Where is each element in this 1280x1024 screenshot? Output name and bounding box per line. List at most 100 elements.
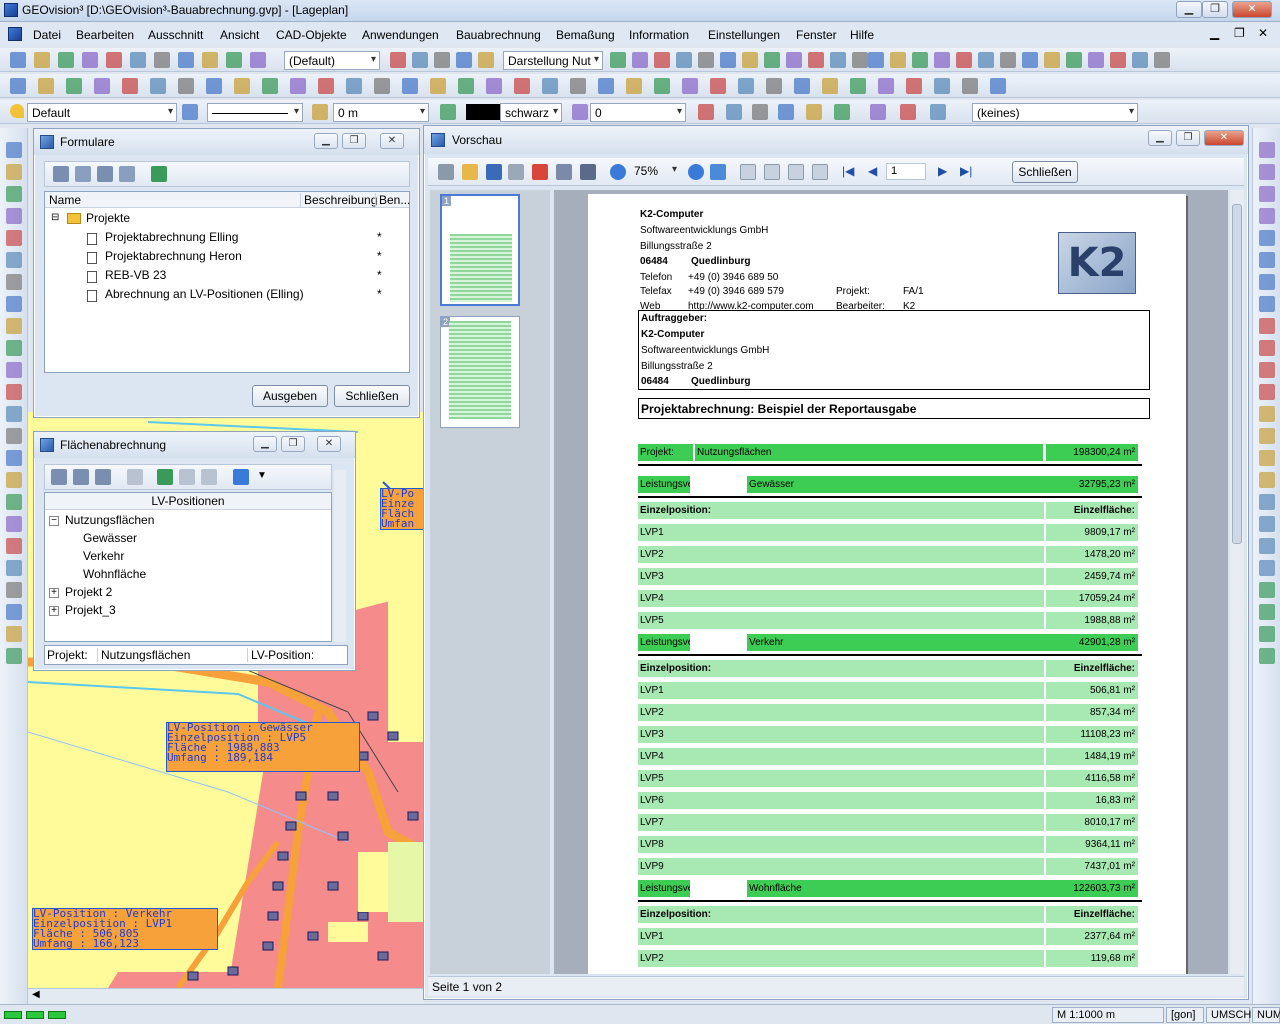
book-view-icon[interactable] [788, 164, 804, 180]
tool-icon[interactable] [1259, 582, 1275, 598]
tool-icon[interactable] [130, 52, 146, 68]
open-icon[interactable] [462, 164, 478, 180]
tool-icon[interactable] [1259, 186, 1275, 202]
tool-icon[interactable] [6, 318, 22, 334]
tool-icon[interactable] [720, 52, 736, 68]
tool-icon[interactable] [1259, 274, 1275, 290]
menu-information[interactable]: Information [629, 28, 689, 42]
tool-icon[interactable] [514, 78, 530, 94]
tool-icon[interactable] [34, 52, 50, 68]
multi-page-icon[interactable] [764, 164, 780, 180]
tool-icon[interactable] [178, 52, 194, 68]
tool-icon[interactable] [1022, 52, 1038, 68]
tool-icon[interactable] [1088, 52, 1104, 68]
tree-node[interactable]: Projekt_3 [65, 603, 116, 617]
form-item[interactable]: Abrechnung an LV-Positionen (Elling) [105, 287, 304, 301]
tree-expand-icon[interactable]: − [49, 516, 59, 526]
menu-einstellungen[interactable]: Einstellungen [708, 28, 780, 42]
tool-icon[interactable] [82, 52, 98, 68]
tree-node[interactable]: Projekt 2 [65, 585, 112, 599]
tool-icon[interactable] [1154, 52, 1170, 68]
formulare-schliessen-button[interactable]: Schließen [334, 385, 410, 407]
add-position-icon[interactable] [157, 469, 173, 485]
edit-form-icon[interactable] [75, 166, 91, 182]
tool-icon[interactable] [1259, 406, 1275, 422]
remove-area-icon[interactable] [73, 469, 89, 485]
tool-icon[interactable] [742, 52, 758, 68]
layer-combo[interactable]: Default [27, 103, 177, 122]
find-icon[interactable] [580, 164, 596, 180]
tool-icon[interactable] [106, 52, 122, 68]
tool-icon[interactable] [806, 104, 822, 120]
tool-icon[interactable] [570, 78, 586, 94]
export-icon[interactable] [508, 164, 524, 180]
page-view[interactable]: K2-Computer Softwareentwicklungs GmbH Bi… [554, 190, 1228, 974]
export-icon[interactable] [233, 469, 249, 485]
tool-icon[interactable] [794, 78, 810, 94]
tool-icon[interactable] [764, 52, 780, 68]
menu-hilfe[interactable]: Hilfe [850, 28, 874, 42]
mdi-minimize-button[interactable]: ▁ [1210, 26, 1219, 40]
tool-icon[interactable] [956, 52, 972, 68]
tool-icon[interactable] [1259, 384, 1275, 400]
form-item[interactable]: REB-VB 23 [105, 268, 166, 282]
page-number-input[interactable]: 1 [886, 163, 926, 180]
first-page-icon[interactable]: |◀ [842, 164, 854, 178]
pdf-icon[interactable] [532, 164, 548, 180]
tool-icon[interactable] [374, 78, 390, 94]
tool-icon[interactable] [6, 428, 22, 444]
tool-icon[interactable] [38, 78, 54, 94]
save-icon[interactable] [486, 164, 502, 180]
minimize-button[interactable]: ▁ [1176, 1, 1202, 18]
add-area-icon[interactable] [51, 469, 67, 485]
tool-icon[interactable] [1259, 538, 1275, 554]
import-form-icon[interactable] [151, 166, 167, 182]
tool-icon[interactable] [1259, 472, 1275, 488]
tree-node[interactable]: Verkehr [83, 549, 124, 563]
tool-icon[interactable] [738, 78, 754, 94]
tool-icon[interactable] [6, 274, 22, 290]
tool-icon[interactable] [900, 104, 916, 120]
tool-icon[interactable] [934, 78, 950, 94]
tool-icon[interactable] [318, 78, 334, 94]
tool-icon[interactable] [698, 52, 714, 68]
tool-icon[interactable] [778, 104, 794, 120]
page-vertical-scrollbar[interactable] [1230, 190, 1244, 974]
tool-icon[interactable] [1000, 52, 1016, 68]
tool-icon[interactable] [6, 450, 22, 466]
tool-icon[interactable] [154, 52, 170, 68]
tool-icon[interactable] [830, 52, 846, 68]
tool-icon[interactable] [1259, 560, 1275, 576]
tool-icon[interactable] [626, 78, 642, 94]
tool-icon[interactable] [878, 78, 894, 94]
vorschau-schliessen-button[interactable]: Schließen [1012, 161, 1078, 183]
tool-icon[interactable] [486, 78, 502, 94]
print-icon[interactable] [438, 164, 454, 180]
tool-icon[interactable] [6, 604, 22, 620]
thumbnail-page-2[interactable]: 2 [440, 316, 520, 428]
none-combo[interactable]: (keines) [972, 103, 1138, 122]
tool-icon[interactable] [912, 52, 928, 68]
export-dropdown-icon[interactable]: ▼ [257, 470, 267, 481]
tool-icon[interactable] [1259, 252, 1275, 268]
tool-icon[interactable] [6, 384, 22, 400]
menu-anwendungen[interactable]: Anwendungen [362, 28, 439, 42]
single-page-icon[interactable] [740, 164, 756, 180]
tool-icon[interactable] [202, 52, 218, 68]
style-combo[interactable]: (Default) [284, 51, 380, 70]
tool-icon[interactable] [934, 52, 950, 68]
menu-fenster[interactable]: Fenster [796, 28, 837, 42]
tool-icon[interactable] [390, 52, 406, 68]
col-name[interactable]: Name [49, 193, 81, 207]
tree-expand-icon[interactable]: + [49, 606, 59, 616]
color-swatch[interactable] [466, 104, 500, 120]
tree-root-projekte[interactable]: Projekte [86, 211, 130, 225]
tool-icon[interactable] [456, 52, 472, 68]
tool-icon[interactable] [890, 52, 906, 68]
tool-icon[interactable] [6, 472, 22, 488]
tool-icon[interactable] [710, 78, 726, 94]
vorschau-maximize-button[interactable]: ❐ [1176, 130, 1200, 146]
zoom-combo[interactable]: 75% [630, 162, 680, 181]
tool-icon[interactable] [412, 52, 428, 68]
tool-icon[interactable] [990, 78, 1006, 94]
